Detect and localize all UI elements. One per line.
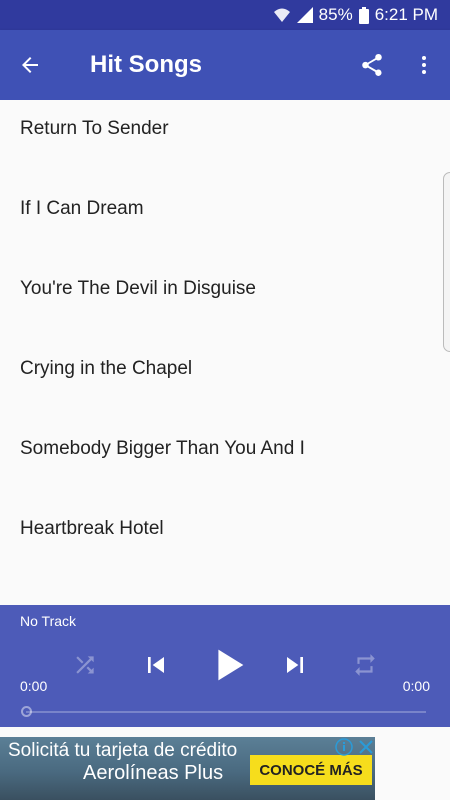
share-button[interactable] — [346, 30, 398, 100]
more-options-button[interactable] — [398, 30, 450, 100]
song-list: Return To Sender If I Can Dream You're T… — [0, 100, 450, 605]
song-title: Somebody Bigger Than You And I — [20, 438, 305, 459]
shuffle-button[interactable] — [70, 650, 100, 680]
song-title: If I Can Dream — [20, 198, 144, 219]
track-title: No Track — [20, 613, 77, 629]
page-title: Hit Songs — [90, 51, 202, 78]
repeat-button[interactable] — [350, 650, 380, 680]
next-button[interactable] — [277, 647, 313, 683]
ad-cta-button[interactable]: CONOCÉ MÁS — [250, 755, 372, 785]
signal-icon — [296, 7, 313, 23]
app-bar: Hit Songs — [0, 30, 450, 100]
previous-button[interactable] — [138, 647, 174, 683]
repeat-icon — [355, 654, 375, 676]
ad-subheadline: Aerolíneas Plus — [83, 762, 224, 784]
status-bar: 85% 6:21 PM — [0, 0, 450, 30]
seek-bar[interactable] — [26, 711, 426, 713]
song-item[interactable]: Crying in the Chapel — [0, 340, 450, 420]
scroll-handle[interactable] — [443, 172, 450, 352]
song-item[interactable]: If I Can Dream — [0, 180, 450, 260]
play-icon — [218, 649, 244, 681]
ad-close-icon[interactable] — [356, 737, 376, 757]
song-title: You're The Devil in Disguise — [20, 278, 256, 299]
play-button[interactable] — [205, 640, 251, 690]
share-icon — [362, 54, 382, 76]
wifi-icon — [273, 7, 291, 23]
total-time: 0:00 — [402, 678, 430, 694]
song-title: Heartbreak Hotel — [20, 518, 164, 539]
song-title: Crying in the Chapel — [20, 358, 193, 379]
shuffle-icon — [76, 656, 94, 674]
song-item[interactable]: Somebody Bigger Than You And I — [0, 420, 450, 500]
battery-icon — [358, 6, 369, 24]
back-button[interactable] — [0, 30, 60, 100]
battery-percent: 85% — [318, 5, 353, 24]
song-item[interactable]: Heartbreak Hotel — [0, 500, 450, 580]
ad-banner: Solicitá tu tarjeta de crédito Aerolínea… — [0, 727, 450, 800]
clock: 6:21 PM — [374, 5, 438, 24]
song-item[interactable]: You're The Devil in Disguise — [0, 260, 450, 340]
song-item[interactable]: Return To Sender — [0, 100, 450, 180]
ad-headline: Solicitá tu tarjeta de crédito — [8, 740, 238, 761]
current-time: 0:00 — [20, 678, 48, 694]
seek-thumb[interactable] — [21, 706, 32, 717]
previous-icon — [148, 657, 164, 673]
more-vert-icon — [422, 56, 426, 74]
back-arrow-icon — [22, 57, 38, 73]
ad-info-icon[interactable] — [334, 737, 354, 757]
player-bar: No Track 0:00 0:00 — [0, 605, 450, 727]
song-title: Return To Sender — [20, 118, 169, 139]
ad-creative[interactable]: Solicitá tu tarjeta de crédito Aerolínea… — [0, 737, 375, 800]
next-icon — [287, 657, 303, 673]
